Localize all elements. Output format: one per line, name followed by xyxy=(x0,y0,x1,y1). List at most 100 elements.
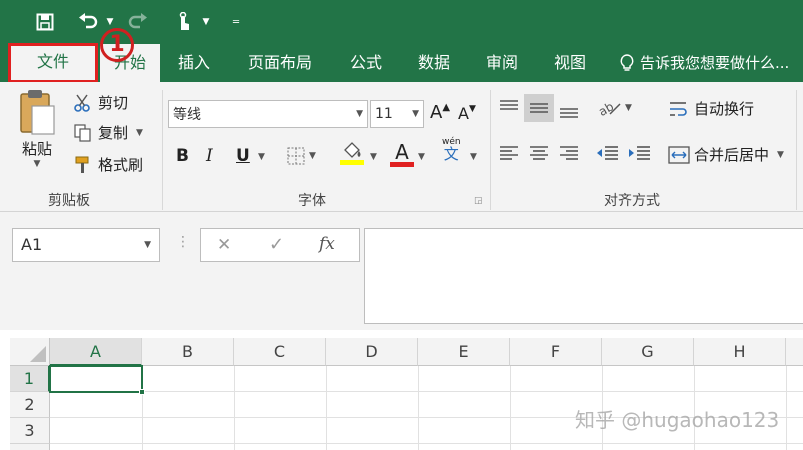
italic-button[interactable]: I xyxy=(206,146,213,166)
name-box[interactable]: A1 ▼ xyxy=(12,228,160,262)
tab-file[interactable]: 文件 xyxy=(8,43,98,83)
format-painter-label: 格式刷 xyxy=(98,156,144,174)
scissors-icon xyxy=(72,94,94,112)
increase-font-label: A xyxy=(430,102,443,123)
formula-input[interactable] xyxy=(364,228,803,324)
cut-label: 剪切 xyxy=(98,94,129,112)
column-header[interactable]: F xyxy=(510,338,602,366)
touch-mode-icon[interactable] xyxy=(170,8,196,36)
grid-line xyxy=(234,366,235,450)
lightbulb-icon xyxy=(620,54,634,72)
insert-function-button[interactable]: fx xyxy=(319,234,335,254)
column-header[interactable]: E xyxy=(418,338,510,366)
orientation-button[interactable]: ab ▼ xyxy=(598,98,632,118)
paste-button[interactable]: 粘贴 ▼ xyxy=(14,88,60,180)
grid-line xyxy=(418,366,419,450)
save-icon[interactable] xyxy=(30,8,60,36)
phonetic-button[interactable]: wén 文 xyxy=(442,138,461,162)
tab-view[interactable]: 视图 xyxy=(538,44,602,82)
font-size-select[interactable]: 11 ▼ xyxy=(370,100,424,128)
decrease-indent-button[interactable] xyxy=(596,144,620,162)
borders-button[interactable]: ▼ xyxy=(286,146,316,166)
fill-color-swatch xyxy=(340,160,364,165)
merge-center-button[interactable]: 合并后居中 ▼ xyxy=(668,144,784,165)
formula-bar: A1 ▼ ⋮ ✕ ✓ fx xyxy=(0,212,803,330)
column-header[interactable]: G xyxy=(602,338,694,366)
align-left-button[interactable] xyxy=(498,144,520,162)
column-header[interactable]: C xyxy=(234,338,326,366)
alignment-group-label: 对齐方式 xyxy=(604,193,660,209)
wrap-text-label: 自动换行 xyxy=(694,100,755,118)
column-header[interactable]: B xyxy=(142,338,234,366)
wrap-text-icon xyxy=(668,99,690,119)
decrease-font-label: A xyxy=(458,104,469,123)
increase-caret-icon: ▲ xyxy=(442,102,451,113)
align-middle-button[interactable] xyxy=(524,94,554,122)
font-color-swatch xyxy=(390,162,414,167)
separator xyxy=(162,90,163,210)
font-color-button[interactable]: A xyxy=(390,140,414,167)
column-header[interactable]: H xyxy=(694,338,786,366)
row-header[interactable] xyxy=(10,444,50,450)
fill-handle[interactable] xyxy=(139,389,145,395)
cancel-button[interactable]: ✕ xyxy=(217,235,231,255)
tab-page-layout[interactable]: 页面布局 xyxy=(232,44,328,82)
format-painter-button[interactable]: 格式刷 xyxy=(72,154,143,175)
wrap-text-button[interactable]: 自动换行 xyxy=(668,98,754,119)
copy-dropdown-icon: ▼ xyxy=(136,127,143,138)
decrease-caret-icon: ▼ xyxy=(468,103,476,114)
column-header[interactable]: D xyxy=(326,338,418,366)
underline-dropdown-icon[interactable]: ▼ xyxy=(258,152,265,162)
customize-icon[interactable]: ═ xyxy=(228,8,244,36)
align-right-icon xyxy=(558,144,580,162)
underline-button[interactable]: U xyxy=(236,146,250,166)
row-header[interactable]: 2 xyxy=(10,392,50,418)
fill-color-dropdown-icon[interactable]: ▼ xyxy=(370,152,377,162)
border-icon xyxy=(286,146,306,166)
svg-text:ab: ab xyxy=(598,99,616,118)
formula-buttons: ✕ ✓ fx xyxy=(200,228,360,262)
align-bottom-button[interactable] xyxy=(558,102,580,120)
align-center-button[interactable] xyxy=(528,144,550,162)
copy-icon xyxy=(72,123,94,142)
align-right-button[interactable] xyxy=(558,144,580,162)
tab-data[interactable]: 数据 xyxy=(402,44,466,82)
merge-cells-icon xyxy=(668,145,690,165)
row-header[interactable]: 3 xyxy=(10,418,50,444)
decrease-font-button[interactable]: A ▼ xyxy=(458,103,476,124)
active-cell-a1[interactable] xyxy=(49,365,145,395)
increase-indent-button[interactable] xyxy=(628,144,652,162)
font-size-value: 11 xyxy=(375,106,393,122)
font-color-dropdown-icon[interactable]: ▼ xyxy=(418,152,425,162)
tab-insert[interactable]: 插入 xyxy=(162,44,226,82)
column-header[interactable] xyxy=(786,338,803,366)
fill-color-button[interactable] xyxy=(340,142,364,165)
align-top-button[interactable] xyxy=(498,98,520,116)
phonetic-dropdown-icon[interactable]: ▼ xyxy=(470,152,477,162)
undo-icon[interactable] xyxy=(74,8,102,36)
cut-button[interactable]: 剪切 xyxy=(72,92,128,113)
watermark: 知乎 @hugaohao123 xyxy=(575,408,780,432)
merge-center-label: 合并后居中 xyxy=(694,146,770,164)
increase-font-button[interactable]: A ▲ xyxy=(430,102,450,123)
paintbrush-icon xyxy=(72,156,94,174)
text-orientation-icon: ab xyxy=(598,98,622,118)
row-header[interactable]: 1 xyxy=(10,366,50,392)
column-header[interactable]: A xyxy=(50,338,142,366)
font-dialog-launcher-icon[interactable]: ◲ xyxy=(474,196,483,206)
tab-review[interactable]: 审阅 xyxy=(470,44,534,82)
outdent-icon xyxy=(596,144,620,162)
bold-button[interactable]: B xyxy=(176,146,189,166)
touch-dropdown-icon[interactable]: ▼ xyxy=(198,8,214,36)
select-all-corner[interactable] xyxy=(10,338,50,366)
grid-line xyxy=(510,366,511,450)
separator xyxy=(490,90,491,210)
ribbon-home: 粘贴 ▼ 剪切 复制 ▼ 格式刷 剪贴板 等线 ▼ 11 ▼ A ▲ A ▼ B I… xyxy=(0,82,803,212)
tab-formulas[interactable]: 公式 xyxy=(334,44,398,82)
enter-button[interactable]: ✓ xyxy=(269,234,284,255)
copy-button[interactable]: 复制 ▼ xyxy=(72,122,143,143)
tell-me-box[interactable]: 告诉我您想要做什么... xyxy=(620,44,789,82)
font-name-select[interactable]: 等线 ▼ xyxy=(168,100,368,128)
paint-bucket-icon xyxy=(341,142,363,160)
drag-handle-icon[interactable]: ⋮ xyxy=(176,234,190,250)
